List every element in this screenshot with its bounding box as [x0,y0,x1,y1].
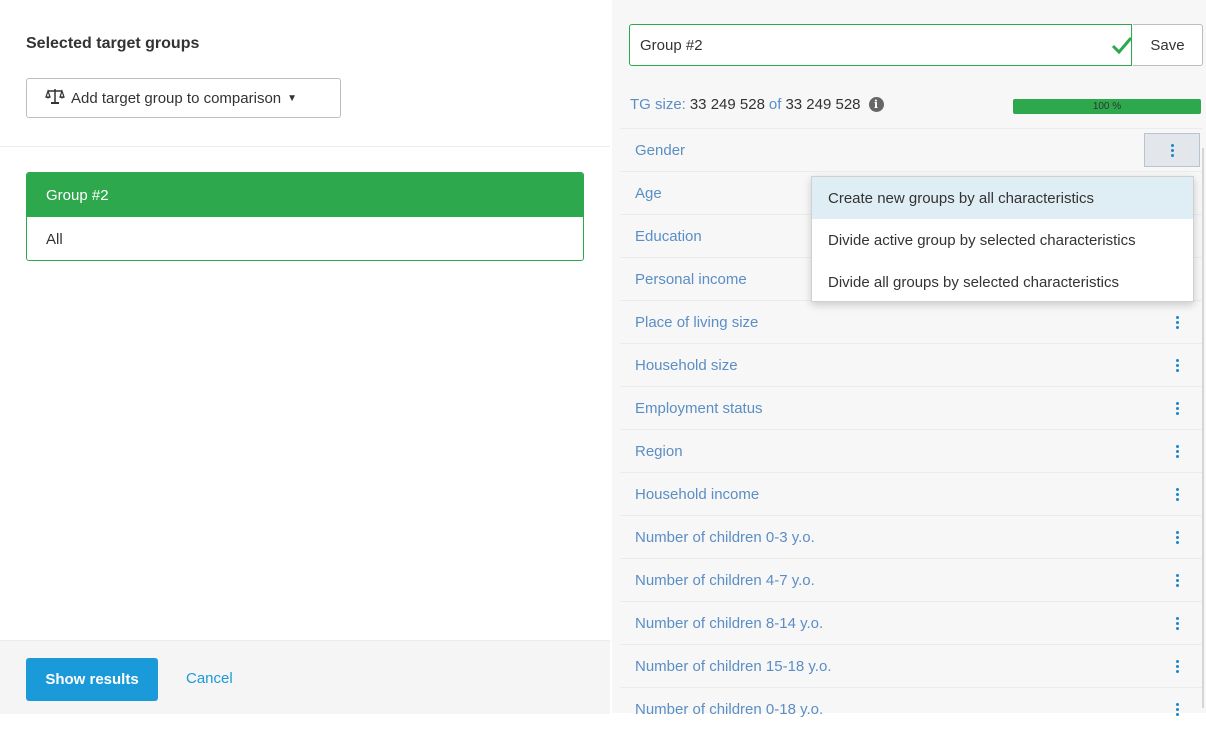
characteristic-row[interactable]: Number of children 8-14 y.o. [620,601,1202,644]
characteristic-label[interactable]: Employment status [635,400,763,417]
kebab-menu-icon[interactable] [1168,698,1186,720]
characteristic-row[interactable]: Place of living size [620,300,1202,343]
kebab-dot [1175,578,1179,582]
kebab-dot [1175,664,1179,668]
kebab-dot [1175,406,1179,410]
kebab-dot [1175,583,1179,587]
group-card[interactable]: Group #2 All [26,172,584,261]
kebab-dot [1170,143,1174,147]
characteristic-label[interactable]: Number of children 0-3 y.o. [635,529,815,546]
group-card-header[interactable]: Group #2 [27,173,583,217]
kebab-dot [1175,669,1179,673]
checkmark-icon [1111,37,1133,55]
cancel-link[interactable]: Cancel [186,670,233,687]
characteristic-label[interactable]: Household size [635,357,738,374]
kebab-menu-icon[interactable] [1168,440,1186,462]
show-results-button[interactable]: Show results [26,658,158,701]
kebab-dot [1175,492,1179,496]
kebab-menu-icon[interactable] [1168,526,1186,548]
characteristic-label[interactable]: Region [635,443,683,460]
kebab-dot [1175,535,1179,539]
tg-size-row: TG size: 33 249 528 of 33 249 528 i [630,96,884,113]
characteristic-label[interactable]: Age [635,185,662,202]
tg-of-label: of [768,96,782,113]
kebab-dot [1170,148,1174,152]
kebab-dot [1175,358,1179,362]
tg-size-value: 33 249 528 [689,96,765,113]
characteristic-row[interactable]: Region [620,429,1202,472]
characteristic-label[interactable]: Personal income [635,271,747,288]
kebab-menu-icon[interactable] [1168,354,1186,376]
characteristic-label[interactable]: Number of children 15-18 y.o. [635,658,832,675]
kebab-dot [1175,487,1179,491]
kebab-menu-icon[interactable] [1168,397,1186,419]
kebab-dot [1175,540,1179,544]
characteristic-row[interactable]: Number of children 4-7 y.o. [620,558,1202,601]
kebab-dot [1175,368,1179,372]
kebab-dot [1175,444,1179,448]
kebab-dot [1175,530,1179,534]
kebab-dot [1175,626,1179,630]
kebab-dot [1175,325,1179,329]
menu-item[interactable]: Divide active group by selected characte… [812,219,1193,261]
kebab-dot [1175,363,1179,367]
scales-icon [45,88,65,108]
characteristic-label[interactable]: Number of children 8-14 y.o. [635,615,823,632]
kebab-menu-icon[interactable] [1168,311,1186,333]
kebab-dot [1175,315,1179,319]
kebab-dot [1175,616,1179,620]
kebab-menu-icon[interactable] [1168,569,1186,591]
kebab-dot [1170,153,1174,157]
progress-text: 100 % [1092,101,1122,112]
characteristic-row[interactable]: Household size [620,343,1202,386]
kebab-dot [1175,659,1179,663]
characteristic-row[interactable]: Employment status [620,386,1202,429]
group-name-input[interactable]: Group #2 [629,24,1132,66]
tg-total-value: 33 249 528 [785,96,861,113]
characteristic-label[interactable]: Education [635,228,702,245]
menu-item[interactable]: Create new groups by all characteristics [812,177,1193,219]
characteristic-label[interactable]: Number of children 0-18 y.o. [635,701,823,718]
kebab-dot [1175,449,1179,453]
characteristic-row[interactable]: Number of children 0-18 y.o. [620,687,1202,730]
left-panel: Selected target groups Add target group … [0,0,610,714]
add-target-group-button[interactable]: Add target group to comparison ▼ [26,78,341,118]
tg-size-label: TG size: [630,96,686,113]
kebab-dot [1175,707,1179,711]
characteristic-label[interactable]: Place of living size [635,314,758,331]
characteristic-dropdown-menu: Create new groups by all characteristics… [811,176,1194,302]
save-button[interactable]: Save [1133,24,1203,66]
group-card-subtitle: All [46,230,63,248]
kebab-dot [1175,573,1179,577]
characteristic-row[interactable]: Number of children 15-18 y.o. [620,644,1202,687]
characteristic-row[interactable]: Household income [620,472,1202,515]
characteristic-row[interactable]: Number of children 0-3 y.o. [620,515,1202,558]
info-icon[interactable]: i [868,97,884,112]
add-target-group-label: Add target group to comparison [71,89,282,107]
section-title: Selected target groups [26,35,200,52]
kebab-dot [1175,454,1179,458]
characteristic-label[interactable]: Number of children 4-7 y.o. [635,572,815,589]
kebab-menu-icon[interactable] [1168,655,1186,677]
kebab-menu-icon[interactable] [1168,483,1186,505]
menu-item[interactable]: Divide all groups by selected characteri… [812,261,1193,303]
characteristic-row[interactable]: Gender [620,128,1202,171]
tg-progress-bar: 100 % [1013,99,1201,114]
kebab-dot [1175,621,1179,625]
kebab-dot [1175,702,1179,706]
kebab-menu-icon[interactable] [1168,612,1186,634]
caret-down-icon: ▼ [287,92,298,104]
kebab-dot [1175,497,1179,501]
kebab-dot [1175,401,1179,405]
scrollbar[interactable] [1202,148,1204,708]
characteristic-label[interactable]: Household income [635,486,759,503]
kebab-dot [1175,320,1179,324]
kebab-menu-icon[interactable] [1144,133,1200,167]
characteristic-label[interactable]: Gender [635,142,685,159]
divider [0,146,610,147]
kebab-dot [1175,411,1179,415]
